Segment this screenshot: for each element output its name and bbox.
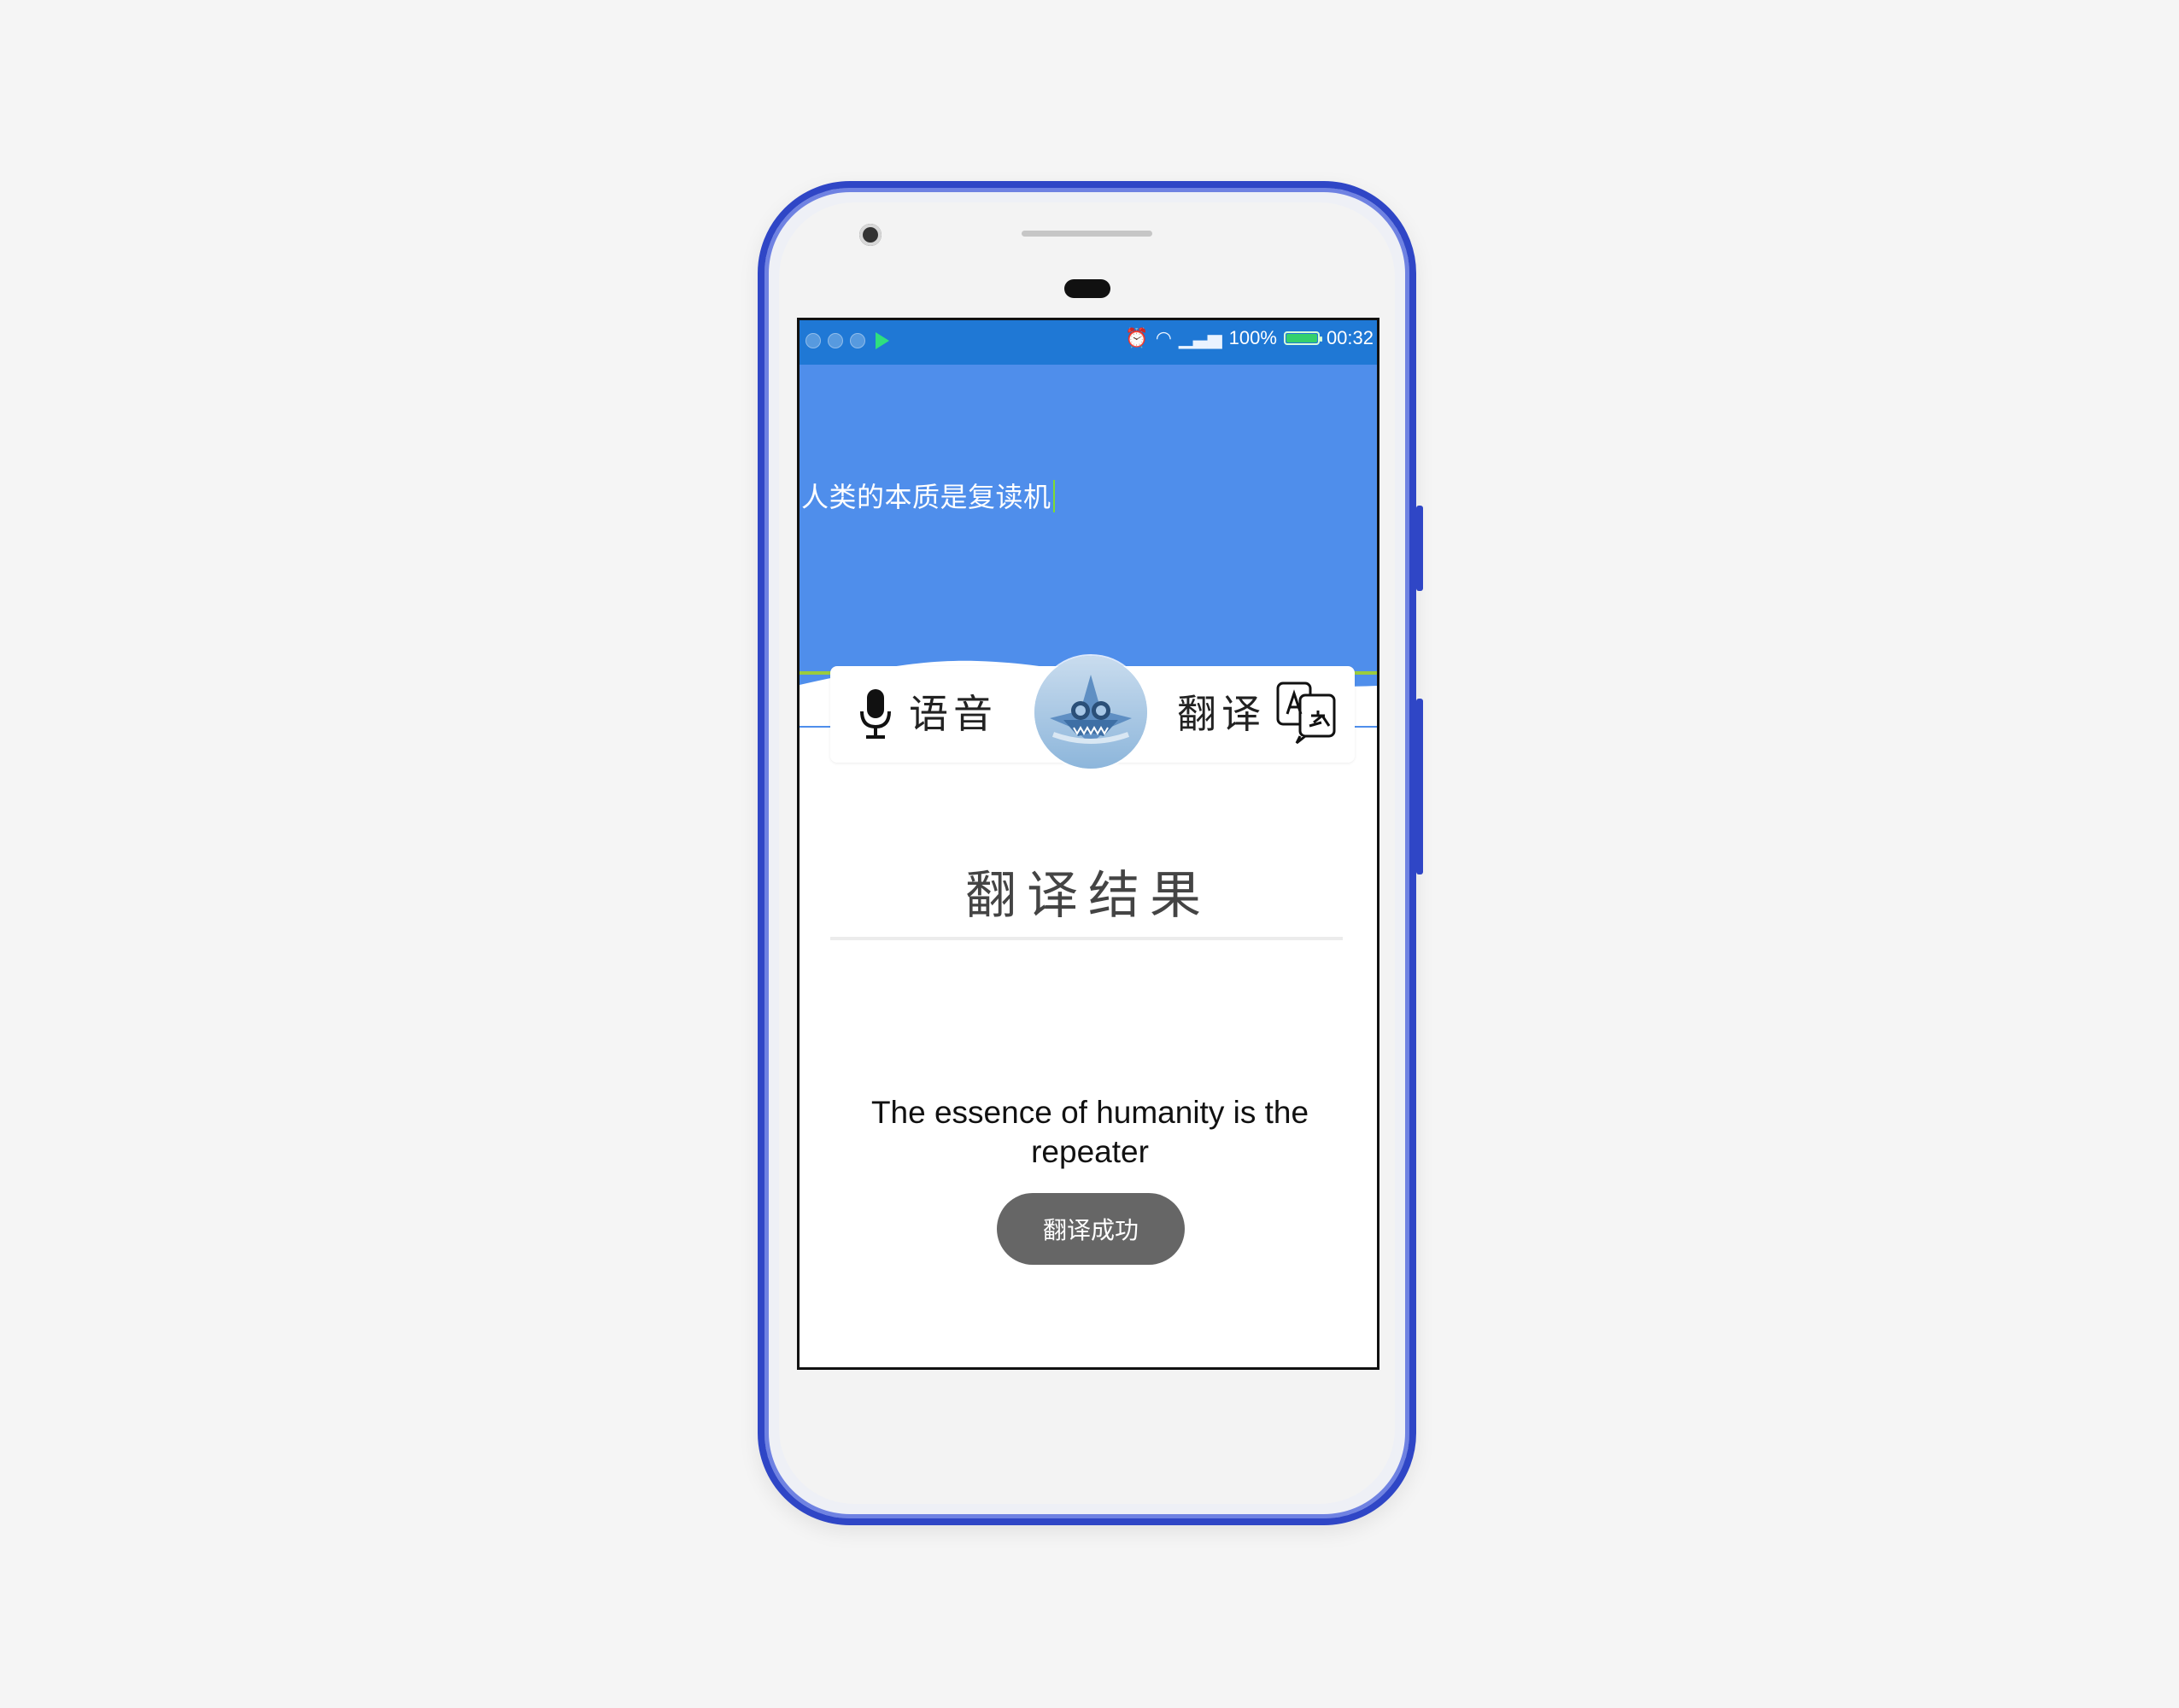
proximity-sensor	[1064, 279, 1110, 298]
notification-icon	[828, 333, 843, 348]
text-cursor	[1052, 480, 1055, 512]
volume-button-upper	[1416, 506, 1423, 591]
front-camera	[859, 224, 882, 246]
microphone-icon	[860, 689, 891, 739]
volume-button-lower	[1416, 699, 1423, 874]
status-notifications	[805, 332, 889, 349]
result-title: 翻译结果	[965, 866, 1211, 926]
source-text-input[interactable]: 人类的本质是复读机	[801, 476, 1055, 515]
battery-percent: 100%	[1228, 327, 1277, 348]
shark-logo-icon	[1034, 656, 1147, 769]
battery-icon	[1283, 331, 1322, 345]
translate-button[interactable]: 翻译	[1152, 681, 1344, 746]
notification-icon	[850, 333, 865, 348]
wifi-icon: ◠	[1155, 327, 1172, 348]
play-store-icon	[876, 332, 889, 349]
signal-icon: ▁▃▅	[1178, 327, 1222, 348]
translation-result: The essence of humanity is the repeater	[870, 1095, 1309, 1169]
status-bar: ⏰ ◠ ▁▃▅ 100% 00:32	[800, 320, 1377, 365]
status-system: ⏰ ◠ ▁▃▅ 100% 00:32	[1125, 329, 1374, 348]
status-time: 00:32	[1326, 327, 1374, 348]
source-text-value: 人类的本质是复读机	[801, 481, 1051, 513]
translate-button-label: 翻译	[1177, 691, 1266, 737]
shark-logo-graphic	[1034, 656, 1147, 769]
phone-speaker	[1022, 231, 1152, 237]
success-toast: 翻译成功	[997, 1193, 1185, 1265]
result-divider	[830, 937, 1343, 940]
voice-button[interactable]: 语音	[856, 681, 1027, 746]
notification-icon	[805, 333, 821, 348]
alarm-icon: ⏰	[1125, 327, 1149, 348]
battery-fill	[1286, 334, 1317, 342]
voice-button-label: 语音	[909, 691, 998, 737]
action-toolbar: 语音 翻译	[830, 656, 1355, 769]
translate-icon	[1276, 681, 1336, 745]
phone-screen: ⏰ ◠ ▁▃▅ 100% 00:32 人类的本质是复读机 语音 翻译 翻译结果 …	[797, 318, 1379, 1370]
